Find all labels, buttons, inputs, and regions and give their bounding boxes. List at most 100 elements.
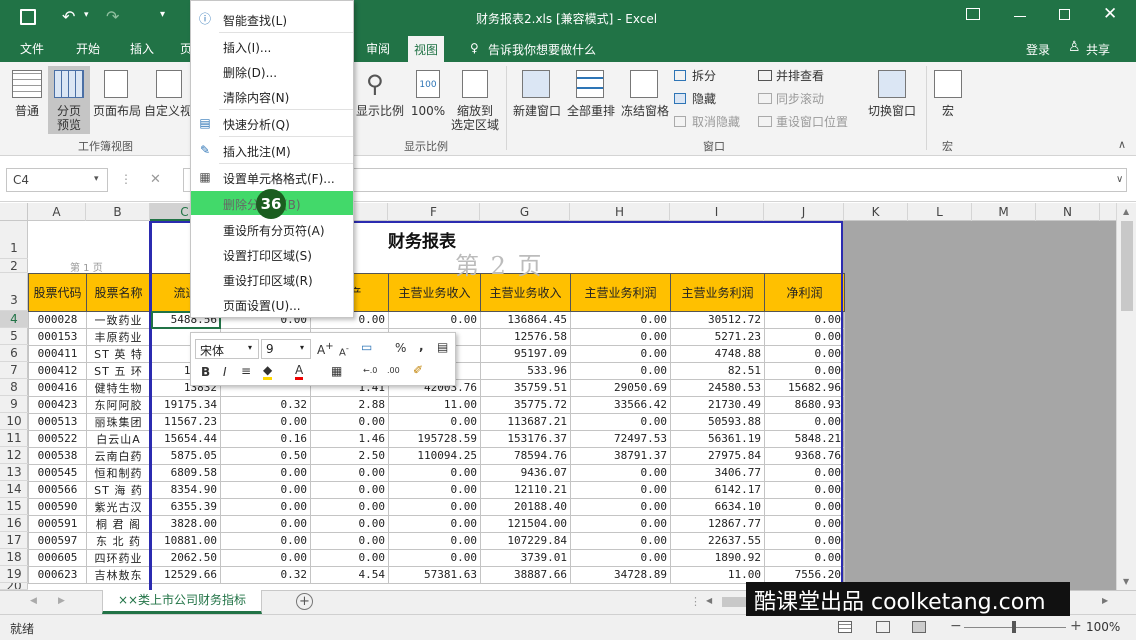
row-header[interactable]: 14 [0, 481, 28, 498]
comma-style-icon[interactable]: , [419, 339, 424, 353]
zoom-slider[interactable] [964, 621, 1066, 633]
decrease-font-size-icon[interactable]: A- [339, 343, 349, 358]
align-center-icon[interactable]: ≡ [241, 364, 251, 378]
font-name-select[interactable]: 宋体 ▾ [195, 339, 259, 359]
zoom-in-icon[interactable]: + [1070, 618, 1082, 634]
menu-item-quick-analysis[interactable]: ▤ 快速分析(Q) [191, 111, 353, 135]
maximize-icon[interactable] [1059, 9, 1070, 20]
row-header[interactable]: 18 [0, 549, 28, 566]
fill-color-icon[interactable]: ◆ [263, 363, 273, 380]
tell-me-input[interactable]: 告诉我你想要做什么 [488, 41, 596, 58]
page-layout-status-icon[interactable] [876, 621, 890, 633]
menu-item-set-print-area[interactable]: 设置打印区域(S) [191, 242, 353, 266]
select-all-corner[interactable] [0, 203, 28, 221]
row-header[interactable]: 1 [0, 221, 28, 259]
page-layout-button[interactable]: 页面布局 [90, 104, 144, 118]
save-icon[interactable] [20, 9, 36, 25]
reset-window-position-button[interactable]: 重设窗口位置 [776, 115, 848, 129]
row-header[interactable]: 2 [0, 259, 28, 273]
column-header[interactable]: I [670, 203, 764, 221]
ribbon-display-options-icon[interactable] [966, 8, 980, 20]
synchronous-scrolling-button[interactable]: 同步滚动 [776, 92, 824, 106]
menu-item-reset-print-area[interactable]: 重设打印区域(R) [191, 267, 353, 291]
normal-view-button[interactable]: 普通 [8, 104, 46, 118]
column-header[interactable]: M [972, 203, 1036, 221]
macros-button[interactable]: 宏 [936, 104, 960, 118]
normal-view-status-icon[interactable] [838, 621, 852, 633]
zoom-slider-thumb[interactable] [1012, 621, 1016, 633]
scroll-sheets-right-icon[interactable]: ▶ [58, 596, 65, 606]
menu-item-smart-lookup[interactable]: ⓘ 智能查找(L) [191, 7, 353, 31]
column-header[interactable]: G [480, 203, 570, 221]
menu-item-clear-contents[interactable]: 清除内容(N) [191, 84, 353, 108]
column-header[interactable]: J [764, 203, 844, 221]
borders-icon[interactable]: ▦ [331, 364, 342, 378]
zoom-level[interactable]: 100% [1086, 620, 1120, 634]
row-header[interactable]: 11 [0, 430, 28, 447]
name-box[interactable]: C4 [6, 168, 108, 192]
menu-item-format-cells[interactable]: ▦ 设置单元格格式(F)... [191, 165, 353, 189]
menu-item-insert-comment[interactable]: ✎ 插入批注(M) [191, 138, 353, 162]
zoom-to-selection-button[interactable]: 缩放到 选定区域 [448, 104, 502, 132]
column-header[interactable]: L [908, 203, 972, 221]
zoom-100-button[interactable]: 100% [410, 104, 446, 118]
zoom-out-icon[interactable]: − [950, 618, 962, 634]
format-painter-grid-icon[interactable]: ▤ [437, 340, 448, 354]
name-box-dropdown-icon[interactable]: ▾ [94, 174, 99, 184]
new-window-button[interactable]: 新建窗口 [510, 104, 564, 118]
freeze-panes-button[interactable]: 冻结窗格 [618, 104, 672, 118]
collapse-ribbon-icon[interactable]: ∧ [1118, 138, 1126, 151]
zoom-button[interactable]: 显示比例 [354, 104, 406, 118]
vertical-scroll-thumb[interactable] [1121, 221, 1133, 311]
scroll-sheets-left-icon[interactable]: ◀ [30, 596, 37, 606]
custom-views-button[interactable]: 自定义视 [144, 104, 192, 118]
column-header[interactable]: N [1036, 203, 1100, 221]
row-header[interactable]: 13 [0, 464, 28, 481]
row-header[interactable]: 3 [0, 273, 28, 311]
percent-style-icon[interactable]: % [395, 341, 406, 355]
scroll-up-icon[interactable]: ▲ [1123, 207, 1129, 216]
sheet-tab-active[interactable]: ××类上市公司财务指标 [102, 590, 262, 614]
row-header[interactable]: 20 [0, 583, 28, 590]
italic-icon[interactable]: I [223, 365, 227, 379]
row-header[interactable]: 9 [0, 396, 28, 413]
column-header[interactable]: B [86, 203, 150, 221]
vertical-scrollbar[interactable]: ▲ ▼ [1116, 203, 1136, 590]
column-header[interactable]: K [844, 203, 908, 221]
switch-windows-button[interactable]: 切换窗口 [864, 104, 920, 118]
view-side-by-side-button[interactable]: 并排查看 [776, 69, 824, 83]
customize-qat-icon[interactable]: ▾ [160, 9, 165, 20]
share-button[interactable]: 共享 [1086, 41, 1110, 58]
bold-icon[interactable]: B [201, 365, 210, 379]
row-header[interactable]: 8 [0, 379, 28, 396]
tab-split-grip-icon[interactable]: ⋮ [690, 595, 701, 608]
tab-view[interactable]: 视图 [408, 36, 445, 62]
row-header[interactable]: 10 [0, 413, 28, 430]
undo-icon[interactable]: ↶ [62, 7, 75, 26]
unhide-button[interactable]: 取消隐藏 [692, 115, 740, 129]
column-header[interactable]: F [388, 203, 480, 221]
column-header[interactable]: A [28, 203, 86, 221]
decrease-decimal-icon[interactable]: .00 [387, 366, 400, 375]
scroll-left-icon[interactable]: ◀ [706, 596, 712, 605]
menu-item-page-setup[interactable]: 页面设置(U)... [191, 292, 353, 316]
undo-dropdown-icon[interactable]: ▾ [84, 10, 89, 20]
scroll-right-icon[interactable]: ▶ [1102, 596, 1108, 605]
new-sheet-icon[interactable]: + [296, 593, 313, 610]
format-painter-icon[interactable]: ✐ [413, 363, 423, 377]
row-header[interactable]: 12 [0, 447, 28, 464]
menu-item-delete[interactable]: 删除(D)... [191, 59, 353, 83]
tab-insert[interactable]: 插入 [130, 40, 154, 57]
hide-button[interactable]: 隐藏 [692, 92, 716, 106]
tab-file[interactable]: 文件 [20, 40, 44, 57]
tab-home[interactable]: 开始 [76, 40, 100, 57]
sign-in-link[interactable]: 登录 [1026, 41, 1050, 58]
page-break-line[interactable] [28, 221, 151, 590]
arrange-all-button[interactable]: 全部重排 [564, 104, 618, 118]
row-header[interactable]: 4 [0, 311, 28, 328]
expand-formula-bar-icon[interactable]: ∨ [1116, 174, 1123, 185]
font-color-icon[interactable]: A [295, 363, 304, 380]
column-header[interactable]: H [570, 203, 670, 221]
close-icon[interactable]: ✕ [1103, 4, 1117, 24]
split-button[interactable]: 拆分 [692, 69, 716, 83]
